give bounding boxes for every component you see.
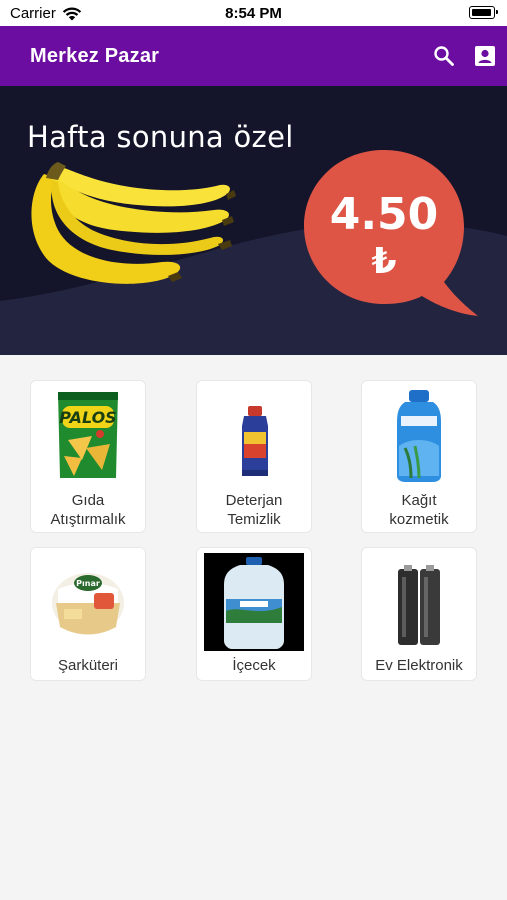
search-icon xyxy=(434,46,454,66)
category-card-sarkuteri[interactable]: Pınar Şarküteri xyxy=(30,547,146,681)
batteries-image xyxy=(398,565,440,645)
category-card-deterjan[interactable]: Deterjan Temizlik xyxy=(196,380,312,533)
banana-image xyxy=(31,162,236,284)
app-title: Merkez Pazar xyxy=(30,45,160,67)
category-card-ev-elektronik[interactable]: Ev Elektronik xyxy=(361,547,477,681)
category-label: Deterjan Temizlik xyxy=(225,492,283,528)
promo-banner[interactable]: Hafta sonuna özel 4.50 ₺ xyxy=(0,86,507,355)
category-label: Kağıt kozmetik xyxy=(389,492,449,528)
shampoo-bottle-image xyxy=(397,390,441,482)
status-time: 8:54 PM xyxy=(225,5,282,22)
svg-text:PALOS: PALOS xyxy=(59,408,116,427)
category-label: İçecek xyxy=(232,657,276,674)
chips-bag-image: PALOS xyxy=(58,392,118,478)
battery-icon xyxy=(469,6,498,19)
account-box-icon xyxy=(475,46,495,66)
promo-currency: ₺ xyxy=(371,241,397,282)
category-label: Şarküteri xyxy=(57,657,119,674)
app-bar: Merkez Pazar xyxy=(0,26,507,86)
status-bar: Carrier 8:54 PM xyxy=(0,0,507,26)
category-card-kagit[interactable]: Kağıt kozmetik xyxy=(361,380,477,533)
category-card-gida[interactable]: PALOS Gıda Atıştırmalık xyxy=(30,380,146,533)
search-button[interactable] xyxy=(432,44,456,68)
svg-text:Pınar: Pınar xyxy=(76,579,100,588)
promo-price: 4.50 xyxy=(329,189,439,240)
detergent-bottle-image xyxy=(242,406,268,476)
water-bottle-image xyxy=(204,553,304,651)
category-label: Gıda Atıştırmalık xyxy=(50,492,126,528)
cheese-package-image: Pınar xyxy=(52,573,124,635)
banner-headline: Hafta sonuna özel xyxy=(27,120,294,154)
category-label: Ev Elektronik xyxy=(375,657,463,674)
account-button[interactable] xyxy=(473,44,497,68)
category-card-icecek[interactable]: İçecek xyxy=(196,547,312,681)
